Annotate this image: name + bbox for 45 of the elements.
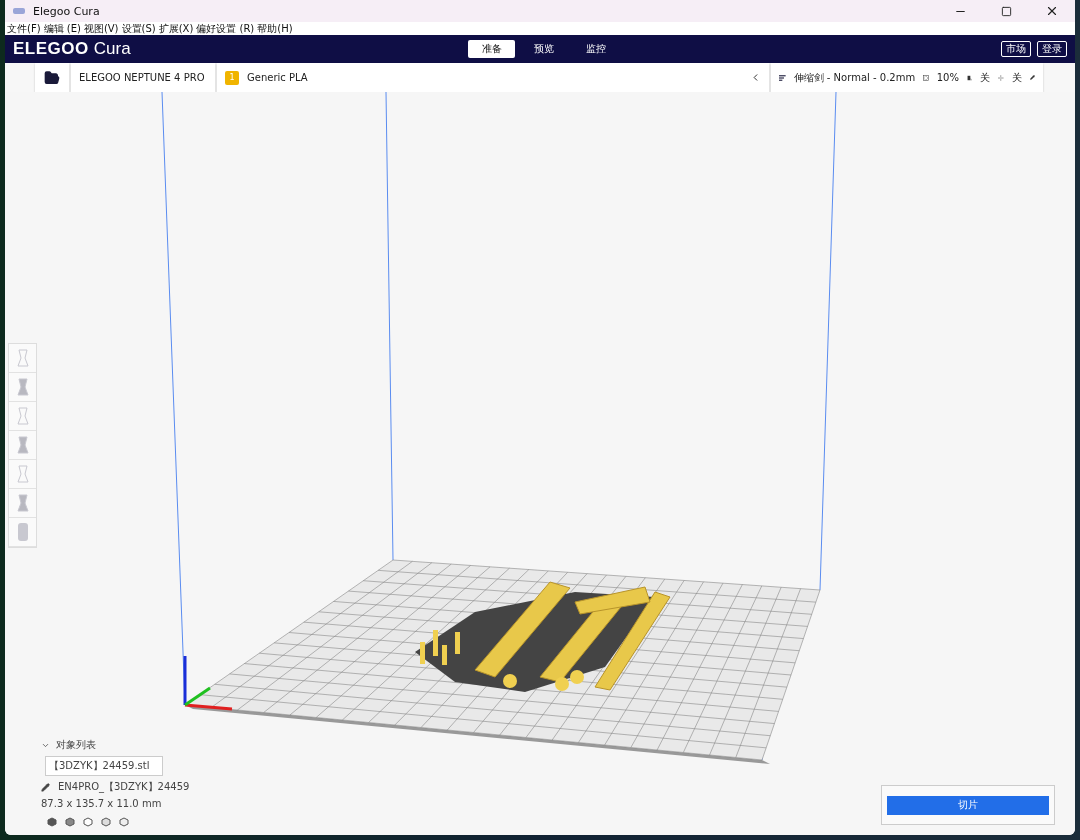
infill-value: 10% [936, 72, 959, 83]
profile-icon [779, 72, 786, 83]
menu-item[interactable]: 扩展(X) [158, 21, 194, 36]
material-name: Generic PLA [247, 72, 309, 83]
axes-drawing [183, 656, 233, 711]
model-tool-icon [15, 407, 30, 425]
edit-icon[interactable] [1030, 73, 1035, 82]
model-tool-icon [15, 494, 30, 512]
app-logo: ELEGOO Cura [13, 39, 132, 59]
stage-tab[interactable]: 监控 [572, 40, 619, 58]
stage-tab[interactable]: 准备 [468, 40, 515, 58]
print-settings-selector[interactable]: 伸缩剑 - Normal - 0.2mm 10% 关 关 [771, 63, 1043, 92]
window-title: Elegoo Cura [33, 4, 101, 18]
header-button[interactable]: 登录 [1037, 41, 1067, 57]
material-selector[interactable]: 1 Generic PLA [217, 63, 769, 92]
open-file-button[interactable] [35, 63, 69, 92]
menu-item[interactable]: 视图(V) [83, 21, 119, 36]
model-tool-icon [15, 436, 30, 454]
adhesion-icon [998, 72, 1005, 83]
adhesion-value: 关 [1012, 70, 1023, 85]
printer-selector[interactable]: ELEGOO NEPTUNE 4 PRO [71, 63, 215, 92]
model-tool-icon [15, 378, 30, 396]
menu-item[interactable]: 设置(S) [121, 21, 156, 36]
menu-item[interactable]: 文件(F) [7, 21, 41, 36]
edit-icon[interactable] [41, 782, 50, 792]
model-dimensions: 87.3 x 135.7 x 11.0 mm [41, 798, 163, 809]
profile-name: 伸缩剑 - Normal - 0.2mm [793, 70, 916, 85]
menu-item[interactable]: 编辑 (E) [43, 21, 81, 36]
model-tool-icon [15, 465, 30, 483]
folder-icon [44, 69, 60, 86]
menu-item[interactable]: 偏好设置 (R) [196, 21, 255, 36]
model-tool-icon [15, 349, 30, 367]
object-list-toggle[interactable]: 对象列表 [41, 738, 190, 752]
support-value: 关 [980, 70, 991, 85]
header-button[interactable]: 市场 [1001, 41, 1031, 57]
menu-item[interactable]: 帮助(H) [257, 21, 293, 36]
stage-tab[interactable]: 预览 [520, 40, 567, 58]
job-name: EN4PRO_【3DZYK】24459 [58, 780, 190, 794]
app-icon [13, 8, 25, 14]
object-list-item[interactable]: 【3DZYK】24459.stl [45, 756, 163, 776]
cylinder-icon [17, 523, 28, 541]
infill-icon [923, 72, 929, 83]
printer-name: ELEGOO NEPTUNE 4 PRO [79, 72, 205, 83]
slice-button[interactable]: 切片 [887, 795, 1049, 815]
extruder-badge: 1 [225, 70, 239, 85]
